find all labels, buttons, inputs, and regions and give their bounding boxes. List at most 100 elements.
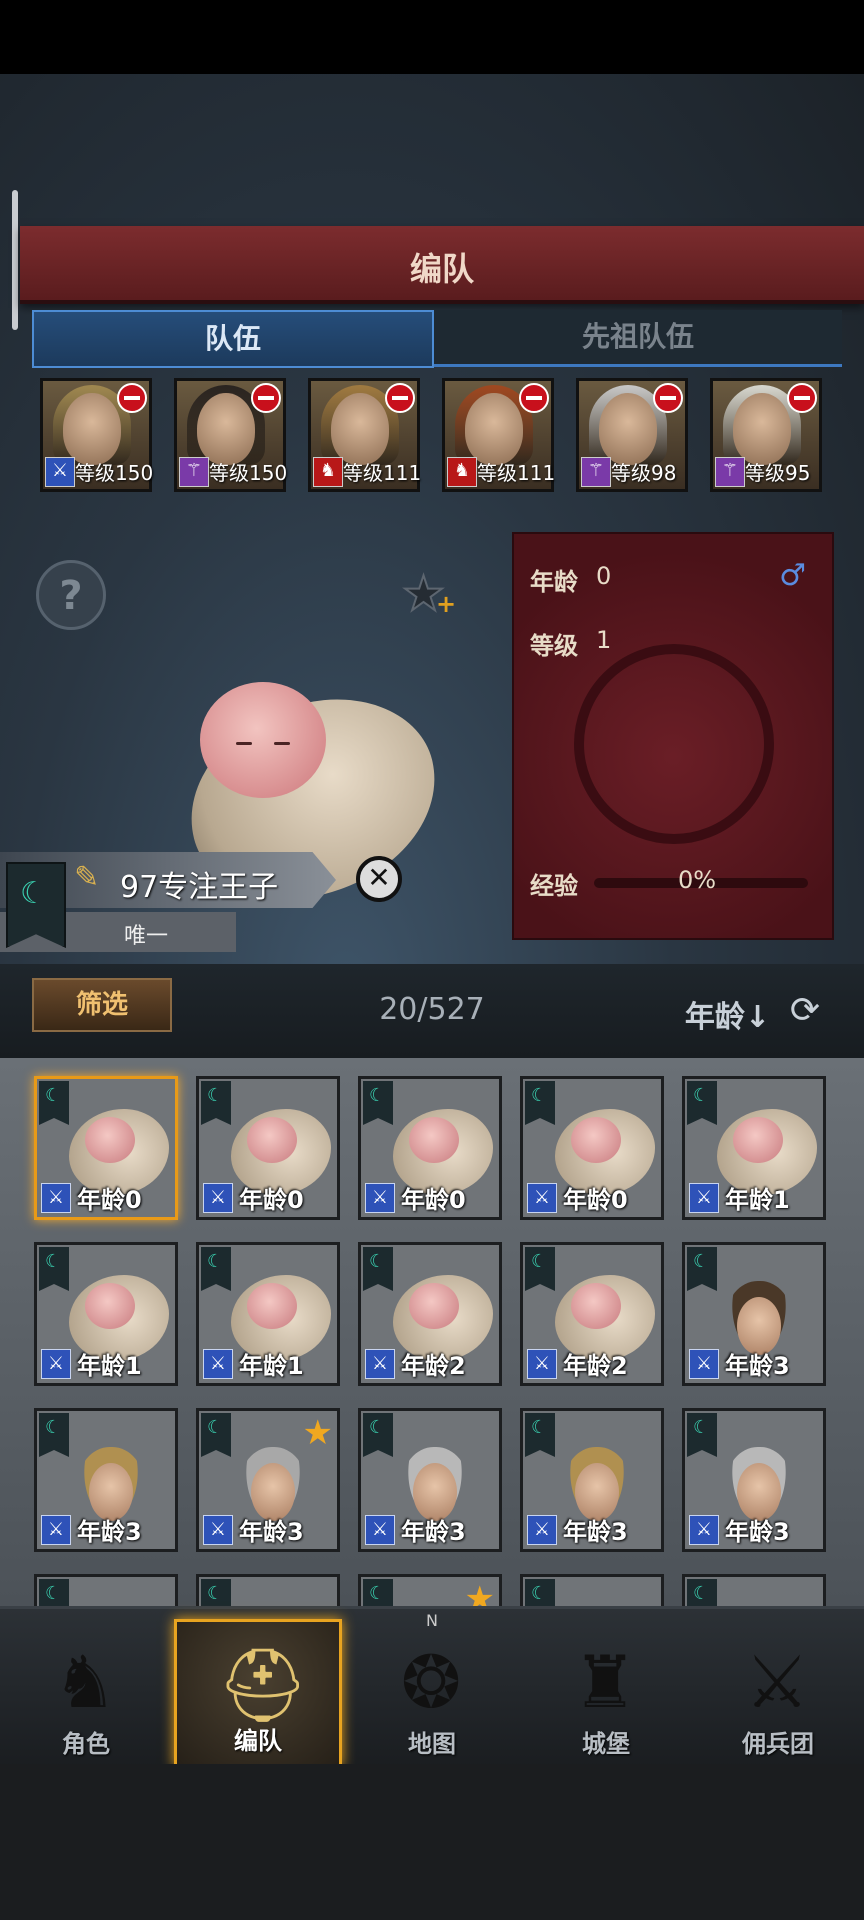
sword-icon: ⚔ — [689, 1349, 719, 1379]
member-level: 等级150 — [209, 461, 288, 485]
system-nav-bar — [0, 1764, 864, 1920]
knight-icon: ♞ — [52, 1640, 118, 1724]
card-age: 年龄2 — [563, 1352, 628, 1380]
scrollbar[interactable] — [12, 190, 18, 330]
card-age: 年龄1 — [725, 1186, 790, 1214]
character-card[interactable]: ⚔年龄3 — [358, 1408, 502, 1552]
faction-banner-icon — [363, 1081, 393, 1125]
character-card[interactable]: ★ ⚔年龄3 — [196, 1408, 340, 1552]
character-card[interactable]: ⚔年龄0 — [520, 1076, 664, 1220]
remove-member-icon[interactable] — [519, 383, 549, 413]
favorite-star-icon: ★ — [302, 1413, 333, 1453]
remove-member-icon[interactable] — [787, 383, 817, 413]
character-card[interactable]: ⚔年龄3 — [520, 1408, 664, 1552]
age-label: 年龄 — [530, 568, 578, 596]
age-value: 0 — [596, 562, 612, 590]
team-member-slot[interactable]: ⚚ 等级98 — [576, 378, 688, 492]
eye — [274, 742, 290, 745]
character-card[interactable]: ⚔年龄0 — [196, 1076, 340, 1220]
baby-head — [200, 682, 326, 798]
nav-mercenary[interactable]: ⚔ 佣兵团 — [694, 1619, 862, 1767]
tab-bar: 队伍 先祖队伍 — [32, 310, 844, 368]
edit-name-icon[interactable]: ✎ — [74, 860, 99, 895]
member-level: 等级150 — [75, 461, 154, 485]
faction-banner-icon — [39, 1081, 69, 1125]
card-age: 年龄3 — [77, 1518, 142, 1546]
sword-icon: ⚔ — [41, 1183, 71, 1213]
horse-icon: ♞ — [313, 457, 343, 487]
team-member-slot[interactable]: ⚚ 等级150 — [174, 378, 288, 492]
staff-icon: ⚚ — [581, 457, 611, 487]
team-member-slot[interactable]: ♞ 等级111 — [308, 378, 421, 492]
character-card[interactable]: ★ — [358, 1574, 502, 1606]
faction-banner-icon — [201, 1413, 231, 1457]
refresh-icon[interactable]: ⟳ — [790, 990, 820, 1031]
faction-banner-icon — [39, 1247, 69, 1291]
male-gender-icon: ♂ — [779, 558, 806, 593]
team-member-slot[interactable]: ⚚ 等级95 — [710, 378, 822, 492]
faction-banner-icon — [363, 1579, 393, 1606]
nav-team[interactable]: ⛑ 编队 — [174, 1619, 342, 1767]
sword-icon: ⚔ — [365, 1349, 395, 1379]
faction-banner-icon — [525, 1579, 555, 1606]
sword-icon: ⚔ — [365, 1183, 395, 1213]
character-card[interactable]: ⚔年龄2 — [358, 1242, 502, 1386]
page-title: 编队 — [409, 250, 474, 288]
sort-button[interactable]: 年龄↓ — [685, 992, 770, 1036]
character-card[interactable]: ⚔年龄3 — [682, 1408, 826, 1552]
character-card[interactable] — [196, 1574, 340, 1606]
staff-icon: ⚚ — [715, 457, 745, 487]
faction-banner-icon — [39, 1579, 69, 1606]
exp-label: 经验 — [530, 872, 578, 900]
character-card[interactable]: ⚔年龄0 — [34, 1076, 178, 1220]
favorite-add-icon: + — [436, 590, 457, 618]
character-card[interactable]: ⚔年龄1 — [34, 1242, 178, 1386]
nav-label: 角色 — [62, 1730, 110, 1758]
character-card[interactable] — [34, 1574, 178, 1606]
level-label: 等级 — [530, 632, 578, 660]
rarity-label: 唯一 — [124, 924, 169, 949]
faction-banner-icon — [39, 1413, 69, 1457]
portrait-face — [733, 393, 791, 465]
remove-character-button[interactable]: ✕ — [356, 856, 402, 902]
remove-member-icon[interactable] — [653, 383, 683, 413]
team-member-slot[interactable]: ⚔ 等级150 — [40, 378, 154, 492]
nav-label: 佣兵团 — [742, 1730, 814, 1758]
remove-member-icon[interactable] — [385, 383, 415, 413]
team-member-slot[interactable]: ♞ 等级111 — [442, 378, 555, 492]
help-icon[interactable]: ? — [36, 560, 106, 630]
sword-icon: ⚔ — [365, 1515, 395, 1545]
character-grid: ⚔年龄0⚔年龄0⚔年龄0⚔年龄0⚔年龄1⚔年龄1⚔年龄1⚔年龄2⚔年龄2⚔年龄3… — [0, 1058, 864, 1606]
character-card[interactable]: ⚔年龄1 — [196, 1242, 340, 1386]
faction-banner-icon — [525, 1247, 555, 1291]
nav-castle[interactable]: ♜ 城堡 — [522, 1619, 690, 1767]
faction-banner-icon — [363, 1413, 393, 1457]
character-card[interactable] — [520, 1574, 664, 1606]
remove-member-icon[interactable] — [251, 383, 281, 413]
character-card[interactable]: ⚔年龄3 — [34, 1408, 178, 1552]
nav-role[interactable]: ♞ 角色 — [2, 1619, 170, 1767]
sword-icon: ⚔ — [203, 1183, 233, 1213]
tab-team[interactable]: 队伍 — [32, 310, 434, 368]
level-value: 1 — [596, 626, 612, 654]
faction-banner-icon — [687, 1081, 717, 1125]
remove-member-icon[interactable] — [117, 383, 147, 413]
nav-map[interactable]: N ❂ 地图 — [348, 1611, 516, 1767]
character-card[interactable]: ⚔年龄1 — [682, 1076, 826, 1220]
character-card[interactable] — [682, 1574, 826, 1606]
character-card[interactable]: ⚔年龄2 — [520, 1242, 664, 1386]
sword-icon: ⚔ — [203, 1515, 233, 1545]
sword-icon: ⚔ — [203, 1349, 233, 1379]
character-card[interactable]: ⚔年龄0 — [358, 1076, 502, 1220]
mercenary-icon: ⚔ — [744, 1640, 810, 1724]
character-card[interactable]: ⚔年龄3 — [682, 1242, 826, 1386]
faction-banner-icon — [363, 1247, 393, 1291]
sword-icon: ⚔ — [527, 1349, 557, 1379]
tab-ancestor-team[interactable]: 先祖队伍 — [434, 310, 842, 367]
card-age: 年龄3 — [239, 1518, 304, 1546]
sword-icon: ⚔ — [689, 1515, 719, 1545]
faction-banner-icon — [201, 1081, 231, 1125]
member-level: 等级95 — [745, 461, 811, 485]
exp-value: 0% — [678, 866, 717, 894]
card-age: 年龄3 — [401, 1518, 466, 1546]
